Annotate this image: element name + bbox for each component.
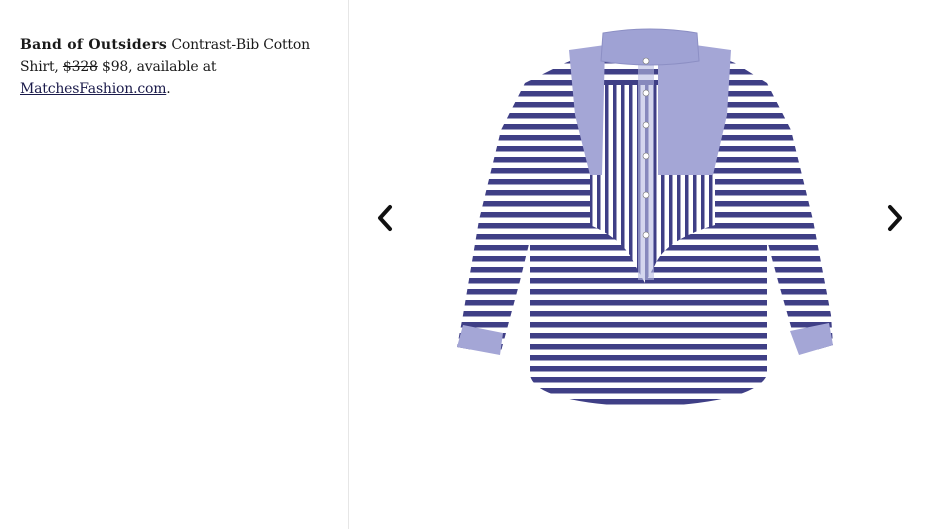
- product-caption: Band of Outsiders Contrast-Bib Cotton Sh…: [20, 34, 320, 100]
- product-image: [457, 28, 833, 407]
- retailer-link[interactable]: MatchesFashion.com: [20, 81, 166, 97]
- brand-name: Band of Outsiders: [20, 37, 168, 53]
- sale-price: $98: [97, 59, 129, 75]
- caption-panel: Band of Outsiders Contrast-Bib Cotton Sh…: [0, 0, 349, 529]
- previous-button[interactable]: [370, 193, 400, 243]
- next-button[interactable]: [880, 193, 910, 243]
- chevron-right-icon: [888, 205, 902, 231]
- chevron-left-icon: [378, 205, 392, 231]
- availability-text: , available at: [128, 59, 217, 75]
- caption-end: .: [166, 81, 171, 97]
- image-gallery: [350, 0, 933, 529]
- original-price: $328: [62, 59, 98, 75]
